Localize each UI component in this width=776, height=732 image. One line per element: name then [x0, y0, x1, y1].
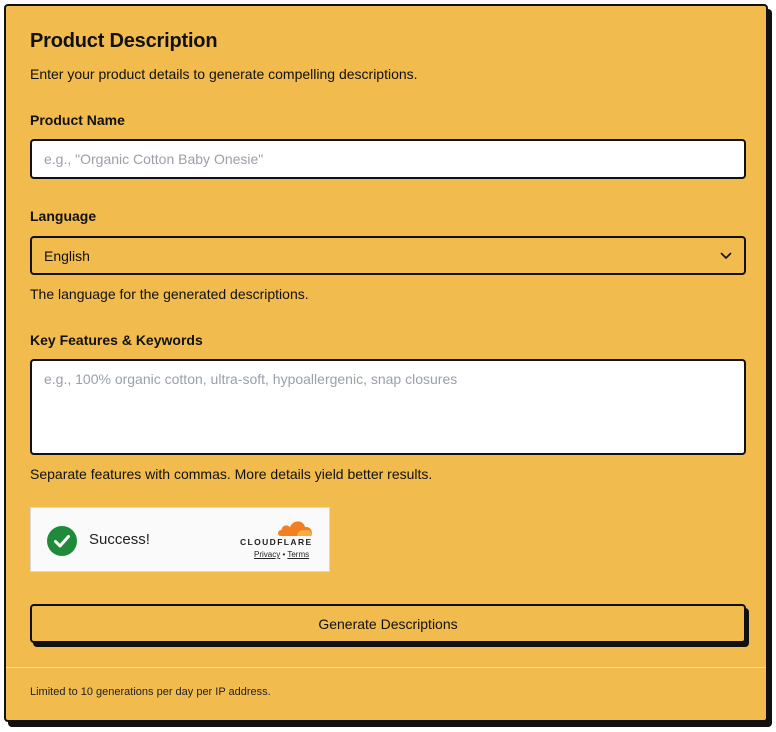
- product-name-label: Product Name: [30, 112, 125, 128]
- language-help-text: The language for the generated descripti…: [30, 286, 309, 302]
- language-label: Language: [30, 208, 97, 224]
- product-name-input[interactable]: [30, 139, 746, 179]
- language-select[interactable]: English: [30, 236, 746, 275]
- language-selected-value: English: [44, 247, 90, 264]
- footer-divider: [6, 667, 766, 668]
- terms-link[interactable]: Terms: [287, 550, 309, 559]
- cloudflare-brand-text: CLOUDFLARE: [240, 537, 313, 547]
- page-title: Product Description: [30, 30, 218, 52]
- rate-limit-note: Limited to 10 generations per day per IP…: [30, 686, 271, 698]
- features-label: Key Features & Keywords: [30, 332, 203, 348]
- captcha-status-text: Success!: [89, 531, 150, 548]
- features-help-text: Separate features with commas. More deta…: [30, 466, 433, 482]
- captcha-links: Privacy • Terms: [254, 550, 309, 559]
- link-separator: •: [282, 550, 286, 559]
- page-subtitle: Enter your product details to generate c…: [30, 66, 418, 82]
- success-check-icon: [47, 526, 77, 556]
- privacy-link[interactable]: Privacy: [254, 550, 280, 559]
- features-textarea[interactable]: [30, 359, 746, 455]
- cloudflare-captcha-widget: Success! CLOUDFLARE Privacy • Terms: [30, 507, 330, 572]
- product-description-card: Product Description Enter your product d…: [4, 4, 768, 722]
- chevron-down-icon: [720, 252, 732, 260]
- generate-descriptions-button[interactable]: Generate Descriptions: [30, 604, 746, 643]
